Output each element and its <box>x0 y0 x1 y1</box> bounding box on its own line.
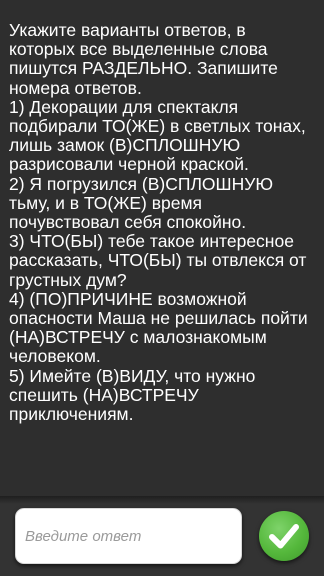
task-panel: Укажите варианты ответов, в которых все … <box>0 0 324 496</box>
answer-input[interactable] <box>15 508 242 564</box>
task-text: Укажите варианты ответов, в которых все … <box>9 20 308 425</box>
checkmark-icon <box>269 524 299 549</box>
submit-button[interactable] <box>259 511 309 561</box>
